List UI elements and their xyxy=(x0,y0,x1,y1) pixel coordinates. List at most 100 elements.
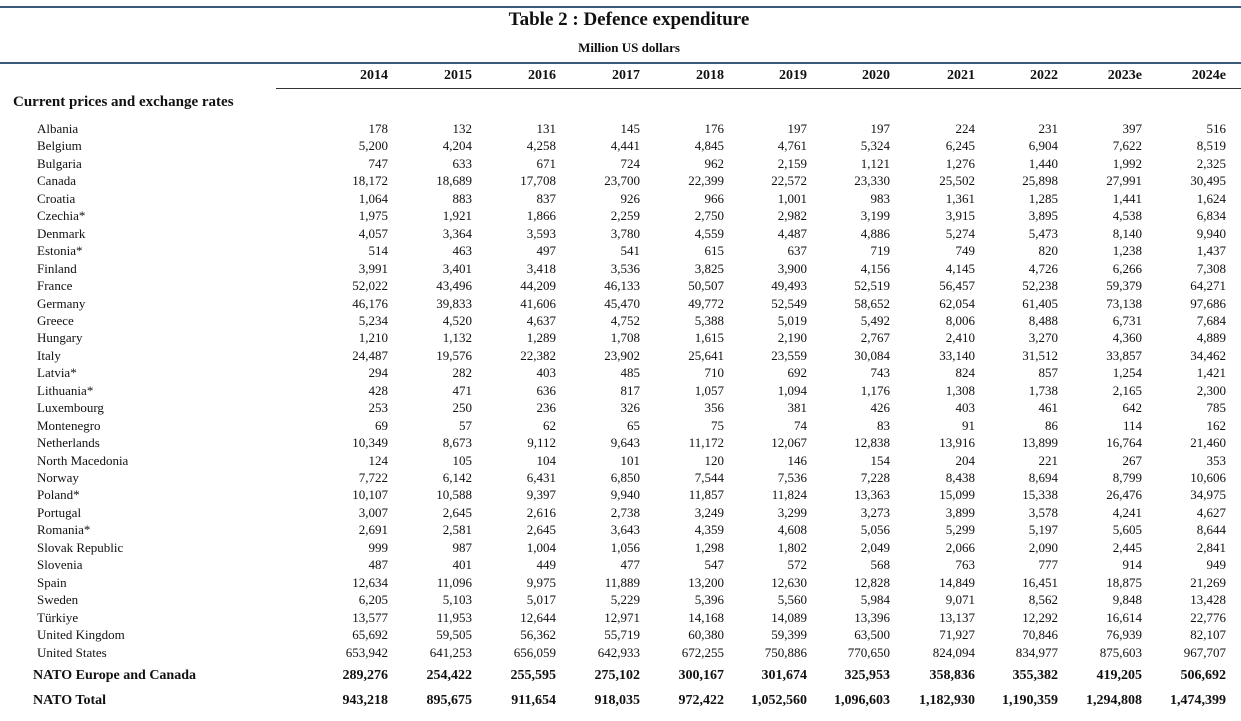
value-cell: 3,915 xyxy=(945,208,975,224)
value-cell: 2,410 xyxy=(945,330,975,346)
value-cell: 71,927 xyxy=(939,627,975,643)
value-cell: 966 xyxy=(704,190,725,206)
top-rule xyxy=(0,6,1241,8)
value-cell: 2,841 xyxy=(1196,539,1226,555)
value-cell: 1,176 xyxy=(860,382,890,398)
value-cell: 572 xyxy=(787,557,808,573)
country-name: Spain xyxy=(37,574,67,590)
value-cell: 5,473 xyxy=(1028,225,1058,241)
value-cell: 770,650 xyxy=(847,644,890,660)
value-cell: 8,519 xyxy=(1196,138,1226,154)
value-cell: 541 xyxy=(620,243,641,259)
value-cell: 2,325 xyxy=(1196,155,1226,171)
table-subtitle: Million US dollars xyxy=(578,40,680,55)
value-cell: 3,418 xyxy=(526,260,556,276)
value-cell: 1,308 xyxy=(945,382,975,398)
value-cell: 1,992 xyxy=(1112,155,1142,171)
value-cell: 1,190,359 xyxy=(1002,693,1058,708)
country-name: Romania* xyxy=(37,522,91,538)
total-row: NATO Total 943,218 895,675 911,654 918,035 97… xyxy=(0,692,1241,709)
table-row: Portugal 3,007 2,645 2,616 2,738 3,249 3,299 3,… xyxy=(0,504,1241,521)
value-cell: 834,977 xyxy=(1015,644,1058,660)
value-cell: 949 xyxy=(1206,557,1227,573)
value-cell: 514 xyxy=(368,243,389,259)
value-cell: 11,824 xyxy=(771,487,807,503)
table-row: Sweden 6,205 5,103 5,017 5,229 5,396 5,560 5,98… xyxy=(0,591,1241,608)
value-cell: 30,495 xyxy=(1190,173,1226,189)
value-cell: 419,205 xyxy=(1096,668,1143,683)
value-cell: 1,802 xyxy=(777,539,807,555)
value-cell: 12,292 xyxy=(1022,609,1058,625)
value-cell: 972,422 xyxy=(678,693,725,708)
value-cell: 17,708 xyxy=(520,173,556,189)
value-cell: 633 xyxy=(452,155,473,171)
value-cell: 18,875 xyxy=(1106,574,1142,590)
value-cell: 83 xyxy=(877,417,890,433)
value-cell: 1,615 xyxy=(694,330,724,346)
value-cell: 1,866 xyxy=(526,208,556,224)
value-cell: 449 xyxy=(536,557,557,573)
value-cell: 3,364 xyxy=(442,225,472,241)
country-name: Germany xyxy=(37,295,86,311)
value-cell: 13,899 xyxy=(1022,435,1058,451)
table-row: Netherlands 10,349 8,673 9,112 9,643 11,172 12… xyxy=(0,434,1241,451)
value-cell: 23,902 xyxy=(604,347,640,363)
value-cell: 692 xyxy=(787,365,808,381)
value-cell: 5,324 xyxy=(860,138,890,154)
value-cell: 962 xyxy=(704,155,725,171)
value-cell: 25,641 xyxy=(688,347,724,363)
value-cell: 747 xyxy=(368,155,389,171)
total-row: NATO Europe and Canada 289,276 254,422 255,… xyxy=(0,667,1241,684)
value-cell: 33,140 xyxy=(939,347,975,363)
table-row: Bulgaria 747 633 671 724 962 2,159 1,121 1,276 1,… xyxy=(0,155,1241,172)
value-cell: 25,502 xyxy=(939,173,975,189)
value-cell: 672,255 xyxy=(681,644,724,660)
value-cell: 70,846 xyxy=(1022,627,1058,643)
value-cell: 145 xyxy=(620,121,641,136)
value-cell: 59,379 xyxy=(1106,278,1142,294)
value-cell: 817 xyxy=(620,382,641,398)
value-cell: 1,738 xyxy=(1028,382,1058,398)
value-cell: 21,269 xyxy=(1190,574,1226,590)
value-cell: 4,761 xyxy=(777,138,807,154)
value-cell: 4,359 xyxy=(694,522,724,538)
table-row: Luxembourg 253 250 236 326 356 381 426 403 461 642… xyxy=(0,399,1241,416)
year-header: 2018 xyxy=(696,68,724,83)
table-row: Lithuania* 428 471 636 817 1,057 1,094 1,176 1,3… xyxy=(0,382,1241,399)
value-cell: 397 xyxy=(1122,121,1143,136)
value-cell: 50,507 xyxy=(688,278,724,294)
value-cell: 12,630 xyxy=(771,574,807,590)
value-cell: 1,057 xyxy=(694,382,724,398)
value-cell: 1,001 xyxy=(777,190,807,206)
value-cell: 671 xyxy=(536,155,557,171)
value-cell: 9,848 xyxy=(1112,592,1142,608)
value-cell: 5,299 xyxy=(945,522,975,538)
value-cell: 31,512 xyxy=(1022,347,1058,363)
value-cell: 5,056 xyxy=(860,522,890,538)
value-cell: 5,103 xyxy=(442,592,472,608)
country-name: Netherlands xyxy=(37,435,100,451)
value-cell: 5,388 xyxy=(694,312,724,328)
value-cell: 1,440 xyxy=(1028,155,1058,171)
value-cell: 39,833 xyxy=(436,295,472,311)
value-cell: 97,686 xyxy=(1190,295,1226,311)
value-cell: 52,022 xyxy=(352,278,388,294)
value-cell: 636 xyxy=(536,382,557,398)
year-header: 2019 xyxy=(779,68,807,83)
value-cell: 10,349 xyxy=(352,435,388,451)
value-cell: 7,308 xyxy=(1196,260,1226,276)
table-row: Spain 12,634 11,096 9,975 11,889 13,200 12,630… xyxy=(0,574,1241,591)
value-cell: 749 xyxy=(955,243,976,259)
value-cell: 1,708 xyxy=(610,330,640,346)
value-cell: 8,140 xyxy=(1112,225,1142,241)
country-name: Poland* xyxy=(37,487,80,503)
year-header: 2015 xyxy=(444,68,472,83)
value-cell: 724 xyxy=(620,155,641,171)
value-cell: 62 xyxy=(543,417,556,433)
value-cell: 3,299 xyxy=(777,504,807,520)
value-cell: 403 xyxy=(536,365,557,381)
value-cell: 1,182,930 xyxy=(919,693,975,708)
country-name: Canada xyxy=(37,173,76,189)
value-cell: 5,017 xyxy=(526,592,556,608)
country-name: Greece xyxy=(37,312,74,328)
